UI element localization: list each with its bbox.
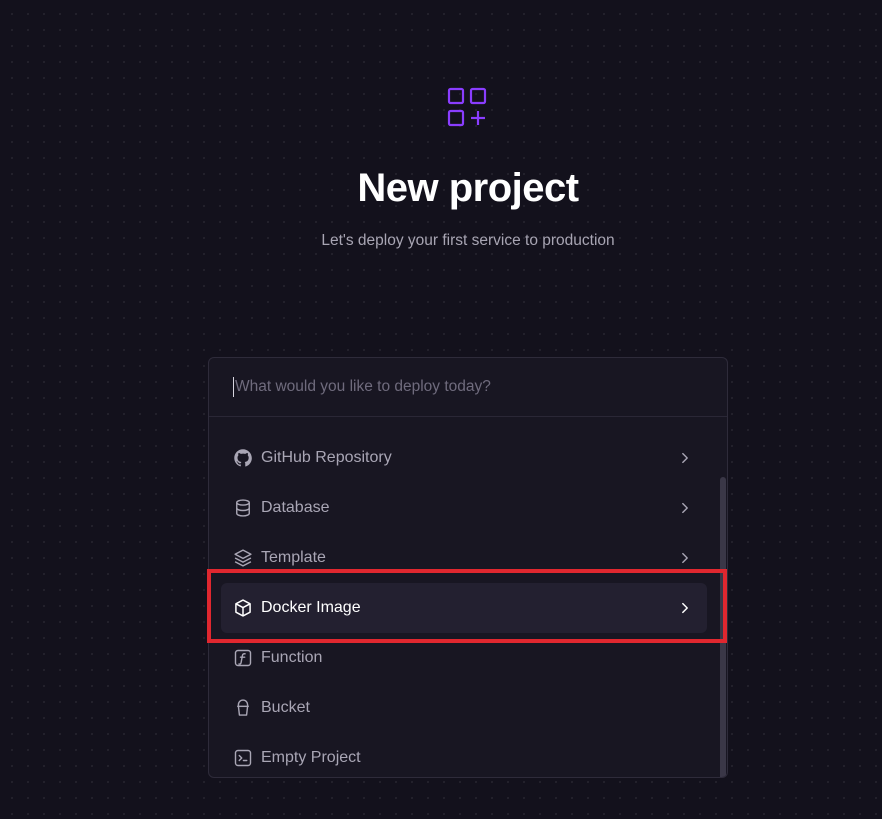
chevron-right-icon — [677, 600, 693, 616]
layers-icon — [233, 548, 253, 568]
grid-plus-icon — [446, 86, 490, 130]
option-label: GitHub Repository — [261, 449, 392, 466]
option-label: Empty Project — [261, 749, 361, 766]
option-label: Function — [261, 649, 323, 666]
deploy-options-list: GitHub Repository Database Template Dock… — [209, 417, 727, 777]
option-bucket[interactable]: Bucket — [221, 683, 707, 733]
option-function[interactable]: Function — [221, 633, 707, 683]
bucket-icon — [233, 698, 253, 718]
option-github-repository[interactable]: GitHub Repository — [221, 433, 707, 483]
page-title: New project — [357, 166, 579, 210]
option-label: Docker Image — [261, 599, 361, 616]
cube-icon — [233, 598, 253, 618]
chevron-right-icon — [677, 500, 693, 516]
page-subtitle: Let's deploy your first service to produ… — [321, 232, 615, 249]
chevron-right-icon — [677, 550, 693, 566]
option-docker-image[interactable]: Docker Image — [221, 583, 707, 633]
github-icon — [233, 448, 253, 468]
function-icon — [233, 648, 253, 668]
option-label: Bucket — [261, 699, 310, 716]
option-database[interactable]: Database — [221, 483, 707, 533]
database-icon — [233, 498, 253, 518]
option-label: Database — [261, 499, 330, 516]
option-label: Template — [261, 549, 326, 566]
option-empty-project[interactable]: Empty Project — [221, 733, 707, 777]
search-row — [209, 358, 727, 417]
text-caret — [233, 377, 234, 397]
terminal-icon — [233, 748, 253, 768]
scrollbar-thumb[interactable] — [720, 477, 726, 777]
deploy-options-panel: GitHub Repository Database — [208, 357, 728, 778]
option-template[interactable]: Template — [221, 533, 707, 583]
deploy-search-input[interactable] — [235, 378, 675, 396]
chevron-right-icon — [677, 450, 693, 466]
